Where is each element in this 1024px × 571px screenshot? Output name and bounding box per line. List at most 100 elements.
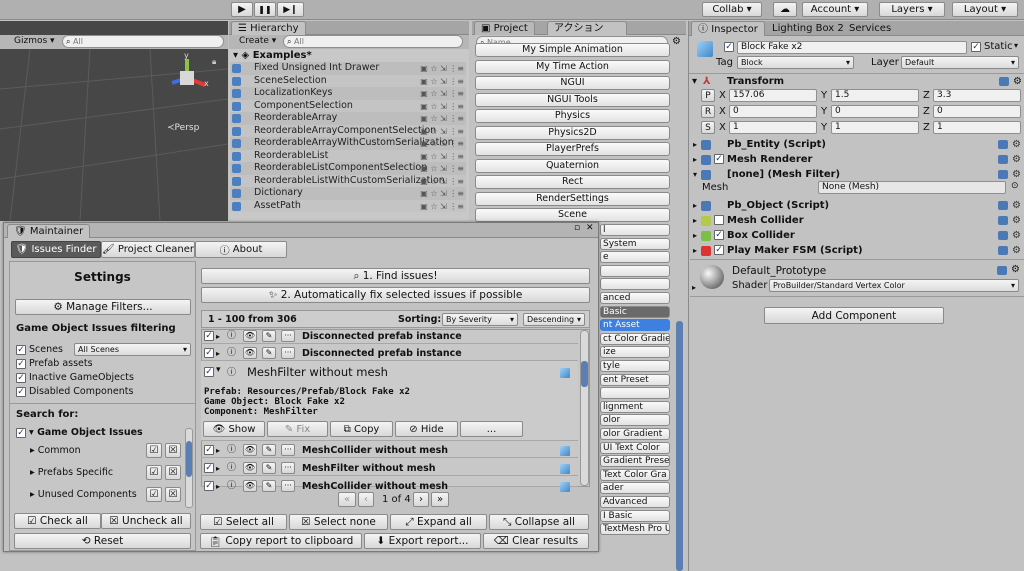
issue-row[interactable]: ✓ ▸ ⓘ 👁︎ ✎ ··· MeshCollider without mesh	[201, 479, 578, 492]
transform-r-button[interactable]: R	[701, 105, 715, 118]
export-report-button[interactable]: ⬇ Export report...	[364, 533, 481, 549]
action-button[interactable]: Gradient Prese	[600, 455, 670, 468]
action-button[interactable]: NGUI Tools	[475, 92, 670, 107]
tag-dropdown[interactable]: Block	[737, 56, 854, 69]
fix-icon[interactable]: ✎	[262, 480, 276, 492]
tab-about[interactable]: ⓘ About	[195, 241, 287, 258]
project-settings-icon[interactable]: ⚙	[672, 36, 681, 47]
group-common-uncheck-button[interactable]: ☒	[165, 443, 181, 458]
object-name-input[interactable]: Block Fake x2	[737, 41, 967, 54]
action-button[interactable]: l	[600, 224, 670, 236]
tab-project[interactable]: ▣ Project	[474, 21, 535, 35]
group-prefabs-check-button[interactable]: ☑	[146, 465, 162, 480]
disabled-components-checkbox[interactable]: ✓	[16, 387, 26, 397]
component-gear-icon[interactable]: ⚙	[1012, 243, 1021, 258]
issue-checkbox[interactable]: ✓	[204, 331, 214, 341]
issue-checkbox[interactable]: ✓	[204, 463, 214, 473]
component-enabled-checkbox[interactable]: ✓	[714, 154, 724, 164]
fold-icon[interactable]: ▸	[693, 152, 697, 167]
fix-icon[interactable]: ✎	[262, 462, 276, 474]
hierarchy-item[interactable]: ReorderableListComponentSelection ▣ ☆ ⇲ ⋮…	[230, 162, 466, 175]
fold-icon[interactable]: ▸	[693, 213, 697, 228]
gizmos-dropdown[interactable]: Gizmos ▾	[14, 36, 55, 46]
more-icon[interactable]: ···	[281, 444, 295, 456]
component-header[interactable]: ▸ ✓ Play Maker FSM (Script) ⚙	[690, 243, 1024, 258]
tab-lighting-box[interactable]: Lighting Box 2	[772, 23, 844, 34]
transform-header[interactable]: ▾ ⅄ Transform ⚙	[689, 75, 1024, 89]
transform-z-input[interactable]: 1	[933, 121, 1021, 134]
group-prefabs-uncheck-button[interactable]: ☒	[165, 465, 181, 480]
hierarchy-item[interactable]: ComponentSelection ▣ ☆ ⇲ ⋮≡	[230, 99, 466, 113]
sort-by-dropdown[interactable]: By Severity	[442, 313, 518, 326]
group-unused-check-button[interactable]: ☑	[146, 487, 162, 502]
lock-icon[interactable]: 🔒︎	[212, 57, 216, 67]
hierarchy-item[interactable]: ReorderableArrayComponentSelection ▣ ☆ ⇲ …	[230, 124, 466, 138]
go-issues-checkbox[interactable]: ✓	[16, 428, 26, 438]
component-help-icon[interactable]	[998, 201, 1008, 210]
mesh-field[interactable]: None (Mesh)	[818, 181, 1006, 194]
fix-icon[interactable]: ✎	[262, 444, 276, 456]
autofix-button[interactable]: ✨︎ 2. Automatically fix selected issues …	[201, 287, 590, 303]
hierarchy-item[interactable]: ReorderableArray ▣ ☆ ⇲ ⋮≡	[230, 112, 466, 125]
fold-icon[interactable]: ▸	[693, 137, 697, 152]
issue-row[interactable]: ✓ ▸ ⓘ 👁︎ ✎ ··· MeshCollider without mesh	[201, 443, 578, 458]
component-gear-icon[interactable]: ⚙	[1012, 213, 1021, 228]
component-help-icon[interactable]	[998, 140, 1008, 149]
uncheck-all-button[interactable]: ☒ Uncheck all	[101, 513, 191, 529]
component-header[interactable]: ▸ ✓ Box Collider ⚙	[690, 228, 1024, 243]
action-button[interactable]: UI Text Color	[600, 441, 670, 454]
play-button[interactable]: ▶	[231, 2, 253, 17]
action-button[interactable]: nt Asset	[600, 319, 670, 332]
component-header[interactable]: ▾ [none] (Mesh Filter) ⚙	[690, 167, 1024, 182]
action-button[interactable]: Basic	[600, 305, 670, 318]
select-all-button[interactable]: ☑ Select all	[200, 514, 287, 530]
prev-page-button[interactable]: ‹	[358, 492, 374, 507]
group-prefabs[interactable]: ▸ Prefabs Specific	[30, 467, 113, 478]
issue-checkbox[interactable]: ✓	[204, 348, 214, 358]
transform-z-input[interactable]: 3.3	[933, 89, 1021, 102]
active-checkbox[interactable]: ✓	[724, 42, 734, 52]
action-button[interactable]: My Time Action	[475, 59, 670, 74]
row-tools-icon[interactable]: ▣ ☆ ⇲ ⋮≡	[420, 101, 464, 113]
row-tools-icon[interactable]: ▣ ☆ ⇲ ⋮≡	[420, 126, 464, 138]
transform-gear-icon[interactable]: ⚙	[1013, 75, 1022, 89]
collapse-all-button[interactable]: ⤡ Collapse all	[489, 514, 589, 530]
hierarchy-item[interactable]: Fixed Unsigned Int Drawer ▣ ☆ ⇲ ⋮≡	[230, 62, 466, 75]
group-common-check-button[interactable]: ☑	[146, 443, 162, 458]
issue-checkbox[interactable]: ✓	[204, 481, 214, 491]
component-header[interactable]: ▸ Mesh Collider ⚙	[690, 213, 1024, 228]
account-button[interactable]: Account ▾	[802, 2, 868, 17]
component-enabled-checkbox[interactable]	[714, 215, 724, 225]
tab-issues-finder[interactable]: 🛡︎ Issues Finder	[11, 241, 101, 258]
more-icon[interactable]: ···	[281, 480, 295, 492]
fix-icon[interactable]: ✎	[262, 330, 276, 342]
issue-row[interactable]: ✓ ▸ ⓘ 👁︎ ✎ ··· MeshFilter without mesh	[201, 461, 578, 476]
collab-button[interactable]: Collab ▾	[702, 2, 762, 17]
settings-scrollbar[interactable]	[185, 428, 193, 508]
cloud-button[interactable]: ☁	[773, 2, 797, 17]
fix-icon[interactable]: ✎	[262, 347, 276, 359]
action-button[interactable]: Scene	[475, 208, 670, 222]
transform-s-button[interactable]: S	[701, 121, 715, 134]
action-button[interactable]: ader	[600, 482, 670, 495]
last-page-button[interactable]: »	[431, 492, 449, 507]
scenes-dropdown[interactable]: All Scenes	[74, 343, 191, 356]
row-tools-icon[interactable]: ▣ ☆ ⇲ ⋮≡	[420, 163, 464, 175]
copy-button[interactable]: ⧉ Copy	[330, 421, 393, 437]
action-button[interactable]: lignment	[600, 400, 670, 413]
static-dropdown-icon[interactable]: ▾	[1014, 41, 1018, 50]
manage-filters-button[interactable]: ⚙ Manage Filters...	[15, 299, 191, 315]
fold-icon[interactable]: ▸	[693, 198, 697, 213]
issue-fold-icon[interactable]: ▸	[216, 346, 220, 361]
pause-button[interactable]: ❚❚	[254, 2, 276, 17]
window-menu-icon[interactable]: ▫	[574, 223, 580, 233]
row-tools-icon[interactable]: ▣ ☆ ⇲ ⋮≡	[420, 88, 464, 100]
group-unused[interactable]: ▸ Unused Components	[30, 489, 137, 500]
static-checkbox[interactable]: ✓	[971, 42, 981, 52]
transform-help-icon[interactable]	[999, 77, 1009, 86]
action-button[interactable]: RenderSettings	[475, 191, 670, 206]
group-unused-uncheck-button[interactable]: ☒	[165, 487, 181, 502]
hierarchy-item[interactable]: AssetPath ▣ ☆ ⇲ ⋮≡	[230, 199, 466, 212]
layer-dropdown[interactable]: Default	[901, 56, 1019, 69]
add-component-button[interactable]: Add Component	[764, 307, 944, 324]
